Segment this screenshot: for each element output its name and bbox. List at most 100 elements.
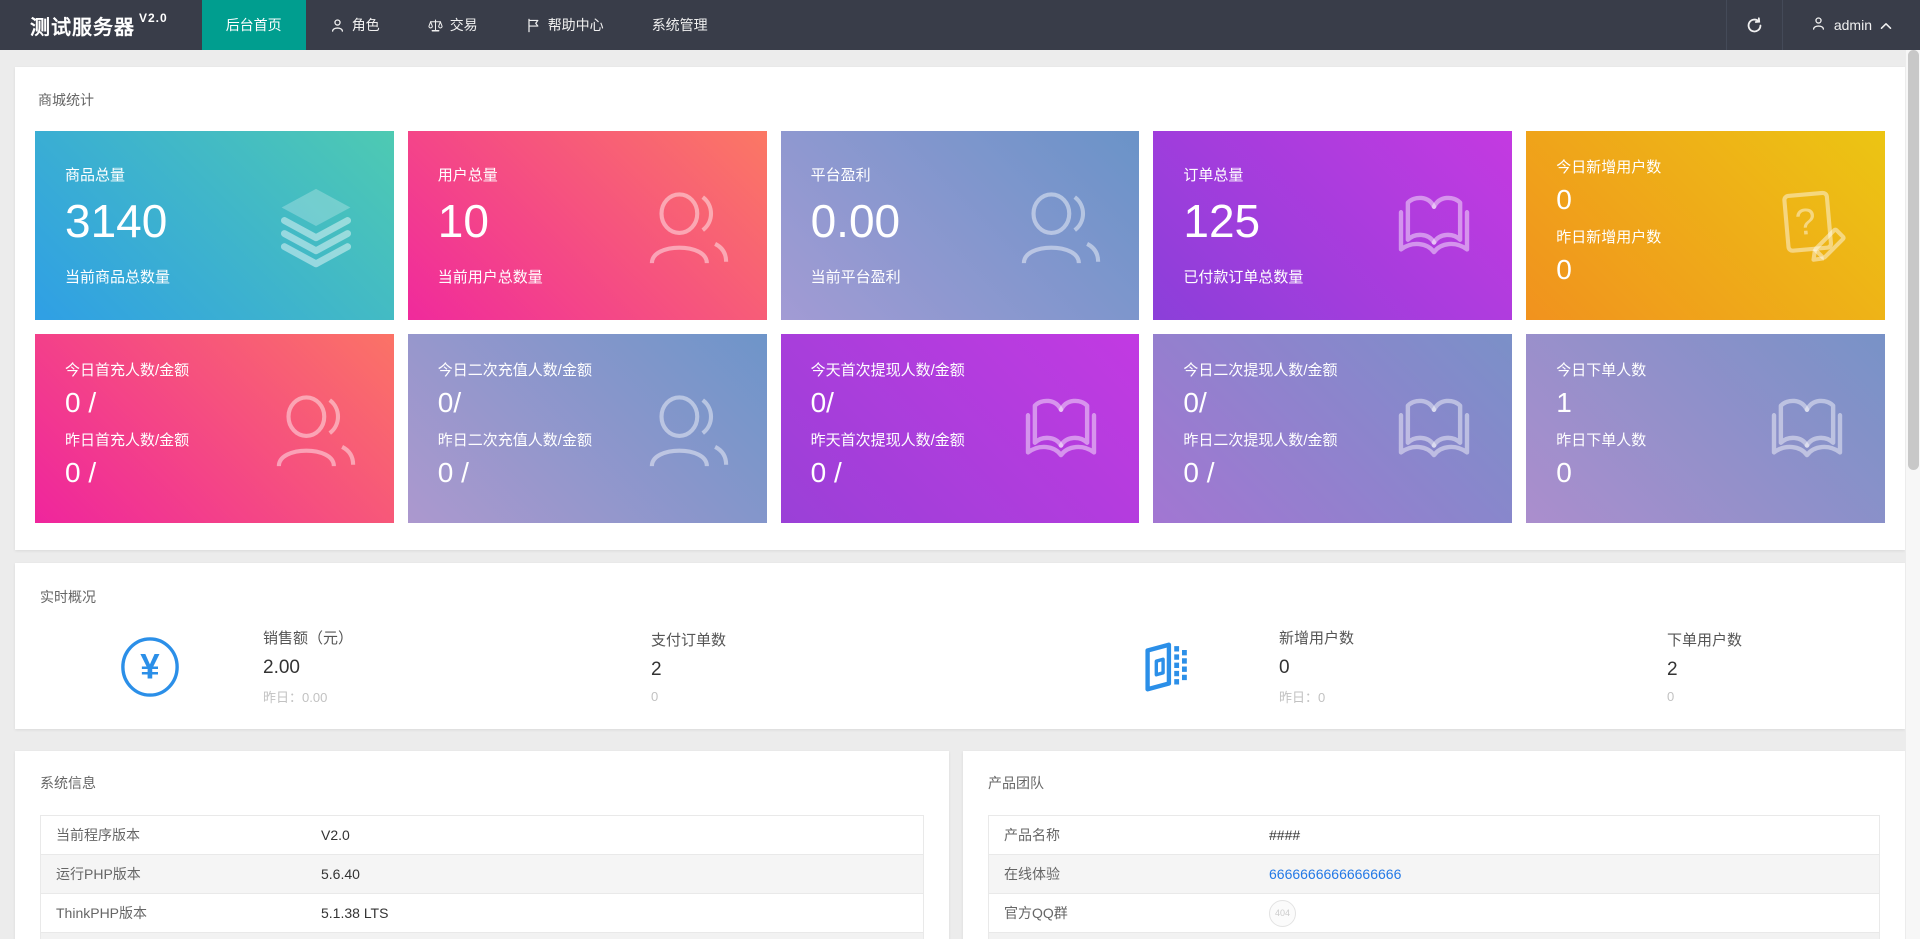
stat-label: 支付订单数 bbox=[651, 629, 957, 650]
realtime-group-2: 新增用户数 0 昨日：0 下单用户数 2 0 bbox=[1135, 627, 1920, 706]
user-menu[interactable]: admin bbox=[1782, 0, 1920, 50]
realtime-stat: 支付订单数 2 0 bbox=[651, 629, 957, 704]
table-row: ThinkPHP版本5.1.38 LTS bbox=[41, 894, 923, 933]
stat-sub: 0 bbox=[651, 689, 957, 704]
stat-value: 2.00 bbox=[263, 657, 569, 679]
nav-item-label: 交易 bbox=[450, 15, 478, 35]
stat-card-9: 今日二次提现人数/金额0/昨日二次提现人数/金额0 / bbox=[1153, 334, 1512, 523]
stat-label: 新增用户数 bbox=[1279, 627, 1585, 648]
stat-card-10: 今日下单人数1昨日下单人数0 bbox=[1526, 334, 1885, 523]
card-label: 今天首次提现人数/金额 bbox=[811, 359, 1110, 380]
building-icon bbox=[1135, 636, 1197, 698]
caret-slot bbox=[1880, 17, 1892, 33]
stat-sub: 昨日：0 bbox=[1279, 687, 1585, 706]
stats-cards-grid: 商品总量3140当前商品总数量用户总量10当前用户总数量平台盈利0.00当前平台… bbox=[35, 131, 1885, 523]
row-value: 66666666666666666 bbox=[1269, 866, 1879, 882]
book-icon bbox=[1763, 385, 1851, 473]
realtime-stat: 新增用户数 0 昨日：0 bbox=[1279, 627, 1585, 706]
product-team-table: 产品名称####在线体验66666666666666666官方QQ群404 bbox=[988, 815, 1880, 939]
row-label: 官方QQ群 bbox=[989, 903, 1269, 923]
layers-icon bbox=[272, 182, 360, 270]
stat-value: 0 bbox=[1279, 657, 1585, 679]
user-icon bbox=[1811, 16, 1826, 31]
person-icon bbox=[272, 385, 360, 473]
nav-item-label: 后台首页 bbox=[226, 15, 282, 35]
yen-circle-icon: ¥ bbox=[119, 636, 181, 698]
stat-card-5: 今日新增用户数0昨日新增用户数0? bbox=[1526, 131, 1885, 320]
stat-card-1: 商品总量3140当前商品总数量 bbox=[35, 131, 394, 320]
bottom-row: 系统信息 当前程序版本V2.0运行PHP版本5.6.40ThinkPHP版本5.… bbox=[15, 751, 1905, 939]
realtime-stat: 销售额（元）2.00昨日：0.00 bbox=[263, 627, 569, 706]
nav-item-label: 角色 bbox=[352, 15, 380, 35]
row-label: 当前程序版本 bbox=[41, 825, 321, 845]
realtime-stat: 下单用户数 2 0 bbox=[1667, 629, 1920, 704]
nav-item-label: 系统管理 bbox=[652, 15, 708, 35]
stat-card-4: 订单总量125已付款订单总数量 bbox=[1153, 131, 1512, 320]
qq-badge: 404 bbox=[1269, 900, 1296, 927]
username: admin bbox=[1834, 17, 1872, 33]
stat-value: 2 bbox=[651, 659, 957, 681]
svg-text:?: ? bbox=[1793, 199, 1817, 243]
person-icon bbox=[645, 182, 733, 270]
nav-item-3[interactable]: 交易 bbox=[404, 0, 502, 50]
card-label: 今日二次充值人数/金额 bbox=[438, 359, 737, 380]
chevron-up-icon bbox=[1880, 22, 1892, 30]
doc-question-icon: ? bbox=[1763, 182, 1851, 270]
row-value: 404 bbox=[1269, 900, 1879, 927]
app-brand: 测试服务器 V2.0 bbox=[0, 0, 202, 50]
navbar: 测试服务器 V2.0 后台首页 角色 交易 帮助中心 系统管理 admin bbox=[0, 0, 1920, 50]
user-icon bbox=[330, 18, 345, 33]
row-label: 在线体验 bbox=[989, 864, 1269, 884]
app-version: V2.0 bbox=[139, 11, 168, 25]
realtime-panel: 实时概况 ¥销售额（元）2.00昨日：0.00支付订单数20新增用户数0昨日：0… bbox=[15, 563, 1905, 729]
row-label: ThinkPHP版本 bbox=[41, 903, 321, 923]
flag-icon bbox=[526, 18, 541, 33]
scrollbar-track[interactable] bbox=[1905, 50, 1920, 939]
system-info-title: 系统信息 bbox=[40, 773, 924, 793]
table-row: 在线体验66666666666666666 bbox=[989, 855, 1879, 894]
nav-menu: 后台首页 角色 交易 帮助中心 系统管理 bbox=[202, 0, 732, 50]
row-value: 5.6.40 bbox=[321, 866, 923, 882]
scrollbar-thumb[interactable] bbox=[1908, 50, 1919, 470]
card-label: 今日首充人数/金额 bbox=[65, 359, 364, 380]
stat-value: 2 bbox=[1667, 659, 1920, 681]
stat-card-6: 今日首充人数/金额0 /昨日首充人数/金额0 / bbox=[35, 334, 394, 523]
row-value: 5.1.38 LTS bbox=[321, 905, 923, 921]
refresh-button[interactable] bbox=[1726, 0, 1782, 50]
person-icon bbox=[1017, 182, 1105, 270]
row-label: 运行PHP版本 bbox=[41, 864, 321, 884]
nav-item-4[interactable]: 帮助中心 bbox=[502, 0, 628, 50]
mall-stats-panel: 商城统计 商品总量3140当前商品总数量用户总量10当前用户总数量平台盈利0.0… bbox=[15, 67, 1905, 550]
online-demo-link[interactable]: 66666666666666666 bbox=[1269, 866, 1401, 882]
table-row: 运行PHP版本5.6.40 bbox=[41, 855, 923, 894]
table-row bbox=[41, 933, 923, 939]
realtime-group-1: ¥销售额（元）2.00昨日：0.00支付订单数20 bbox=[119, 627, 957, 706]
user-icon-slot bbox=[1811, 16, 1826, 34]
scales-icon bbox=[428, 18, 443, 33]
navbar-right: admin bbox=[1726, 0, 1920, 50]
card-label: 今日下单人数 bbox=[1556, 359, 1855, 380]
svg-text:¥: ¥ bbox=[140, 647, 160, 686]
row-value: V2.0 bbox=[321, 827, 923, 843]
system-info-panel: 系统信息 当前程序版本V2.0运行PHP版本5.6.40ThinkPHP版本5.… bbox=[15, 751, 949, 939]
table-row: 官方QQ群404 bbox=[989, 894, 1879, 933]
stat-card-8: 今天首次提现人数/金额0/昨天首次提现人数/金额0 / bbox=[781, 334, 1140, 523]
stat-card-7: 今日二次充值人数/金额0/昨日二次充值人数/金额0 / bbox=[408, 334, 767, 523]
table-row: 当前程序版本V2.0 bbox=[41, 816, 923, 855]
nav-item-2[interactable]: 角色 bbox=[306, 0, 404, 50]
app-title: 测试服务器 bbox=[30, 11, 135, 40]
book-icon bbox=[1390, 182, 1478, 270]
table-row bbox=[989, 933, 1879, 939]
main-content: 商城统计 商品总量3140当前商品总数量用户总量10当前用户总数量平台盈利0.0… bbox=[0, 50, 1905, 939]
book-icon bbox=[1017, 385, 1105, 473]
nav-item-5[interactable]: 系统管理 bbox=[628, 0, 732, 50]
mall-stats-title: 商城统计 bbox=[38, 90, 1885, 110]
nav-item-1[interactable]: 后台首页 bbox=[202, 0, 306, 50]
realtime-row: ¥销售额（元）2.00昨日：0.00支付订单数20新增用户数0昨日：0下单用户数… bbox=[40, 627, 1880, 706]
stat-label: 下单用户数 bbox=[1667, 629, 1920, 650]
row-label: 产品名称 bbox=[989, 825, 1269, 845]
stat-sub: 0 bbox=[1667, 689, 1920, 704]
nav-item-label: 帮助中心 bbox=[548, 15, 604, 35]
stat-label: 销售额（元） bbox=[263, 627, 569, 648]
system-info-table: 当前程序版本V2.0运行PHP版本5.6.40ThinkPHP版本5.1.38 … bbox=[40, 815, 924, 939]
